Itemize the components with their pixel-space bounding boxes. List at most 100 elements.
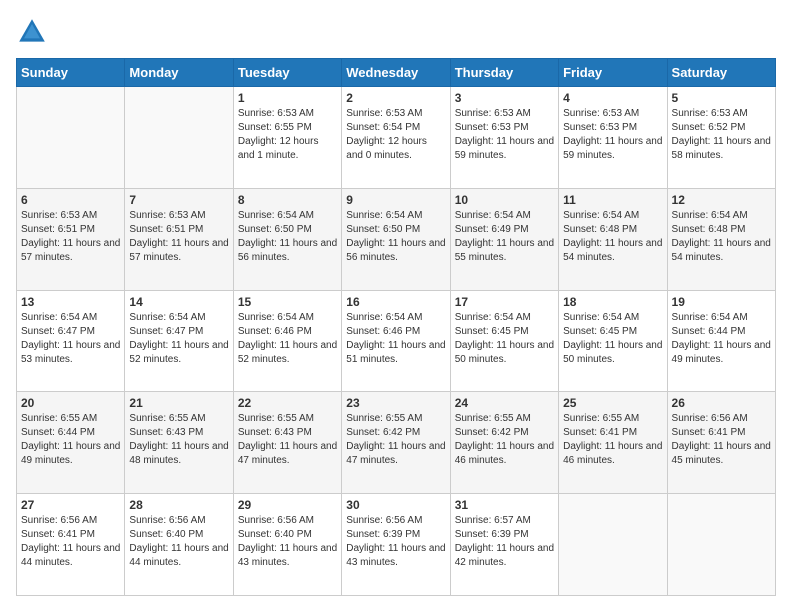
logo-icon bbox=[16, 16, 48, 48]
day-info: Sunrise: 6:55 AMSunset: 6:44 PMDaylight:… bbox=[21, 412, 120, 468]
day-number: 25 bbox=[563, 396, 662, 410]
calendar-cell bbox=[559, 494, 667, 596]
weekday-header-saturday: Saturday bbox=[667, 59, 775, 87]
week-row-2: 6 Sunrise: 6:53 AMSunset: 6:51 PMDaylight… bbox=[17, 188, 776, 290]
calendar-cell: 27 Sunrise: 6:56 AMSunset: 6:41 PMDayligh… bbox=[17, 494, 125, 596]
calendar-cell: 8 Sunrise: 6:54 AMSunset: 6:50 PMDaylight… bbox=[233, 188, 341, 290]
weekday-row: SundayMondayTuesdayWednesdayThursdayFrid… bbox=[17, 59, 776, 87]
day-info: Sunrise: 6:56 AMSunset: 6:41 PMDaylight:… bbox=[21, 514, 120, 570]
day-number: 22 bbox=[238, 396, 337, 410]
calendar-cell: 3 Sunrise: 6:53 AMSunset: 6:53 PMDaylight… bbox=[450, 87, 558, 189]
calendar-cell: 6 Sunrise: 6:53 AMSunset: 6:51 PMDaylight… bbox=[17, 188, 125, 290]
weekday-header-sunday: Sunday bbox=[17, 59, 125, 87]
day-info: Sunrise: 6:56 AMSunset: 6:39 PMDaylight:… bbox=[346, 514, 445, 570]
week-row-5: 27 Sunrise: 6:56 AMSunset: 6:41 PMDayligh… bbox=[17, 494, 776, 596]
calendar-cell bbox=[125, 87, 233, 189]
day-info: Sunrise: 6:55 AMSunset: 6:42 PMDaylight:… bbox=[455, 412, 554, 468]
day-number: 13 bbox=[21, 295, 120, 309]
calendar-cell: 30 Sunrise: 6:56 AMSunset: 6:39 PMDayligh… bbox=[342, 494, 450, 596]
day-info: Sunrise: 6:55 AMSunset: 6:41 PMDaylight:… bbox=[563, 412, 662, 468]
calendar-cell: 19 Sunrise: 6:54 AMSunset: 6:44 PMDayligh… bbox=[667, 290, 775, 392]
day-number: 12 bbox=[672, 193, 771, 207]
day-number: 30 bbox=[346, 498, 445, 512]
calendar-cell: 7 Sunrise: 6:53 AMSunset: 6:51 PMDaylight… bbox=[125, 188, 233, 290]
day-info: Sunrise: 6:54 AMSunset: 6:49 PMDaylight:… bbox=[455, 209, 554, 265]
calendar-cell: 15 Sunrise: 6:54 AMSunset: 6:46 PMDayligh… bbox=[233, 290, 341, 392]
week-row-4: 20 Sunrise: 6:55 AMSunset: 6:44 PMDayligh… bbox=[17, 392, 776, 494]
day-number: 28 bbox=[129, 498, 228, 512]
day-number: 6 bbox=[21, 193, 120, 207]
calendar-cell: 5 Sunrise: 6:53 AMSunset: 6:52 PMDaylight… bbox=[667, 87, 775, 189]
day-number: 20 bbox=[21, 396, 120, 410]
day-info: Sunrise: 6:55 AMSunset: 6:42 PMDaylight:… bbox=[346, 412, 445, 468]
day-info: Sunrise: 6:55 AMSunset: 6:43 PMDaylight:… bbox=[238, 412, 337, 468]
logo bbox=[16, 16, 52, 48]
calendar-cell: 13Sunrise: 6:54 AMSunset: 6:47 PMDayligh… bbox=[17, 290, 125, 392]
calendar-cell: 23 Sunrise: 6:55 AMSunset: 6:42 PMDayligh… bbox=[342, 392, 450, 494]
day-number: 29 bbox=[238, 498, 337, 512]
day-info: Sunrise: 6:54 AMSunset: 6:45 PMDaylight:… bbox=[563, 311, 662, 367]
day-number: 4 bbox=[563, 91, 662, 105]
day-info: Sunrise: 6:54 AMSunset: 6:44 PMDaylight:… bbox=[672, 311, 771, 367]
calendar-cell: 12 Sunrise: 6:54 AMSunset: 6:48 PMDayligh… bbox=[667, 188, 775, 290]
day-info: Sunrise: 6:53 AMSunset: 6:55 PMDaylight:… bbox=[238, 107, 337, 163]
day-info: Sunrise: 6:53 AMSunset: 6:54 PMDaylight:… bbox=[346, 107, 445, 163]
calendar-cell: 17 Sunrise: 6:54 AMSunset: 6:45 PMDayligh… bbox=[450, 290, 558, 392]
calendar: SundayMondayTuesdayWednesdayThursdayFrid… bbox=[16, 58, 776, 596]
day-info: Sunrise: 6:54 AMSunset: 6:50 PMDaylight:… bbox=[346, 209, 445, 265]
day-number: 9 bbox=[346, 193, 445, 207]
calendar-cell: 24Sunrise: 6:55 AMSunset: 6:42 PMDayligh… bbox=[450, 392, 558, 494]
day-number: 11 bbox=[563, 193, 662, 207]
calendar-cell: 9 Sunrise: 6:54 AMSunset: 6:50 PMDaylight… bbox=[342, 188, 450, 290]
day-info: Sunrise: 6:54 AMSunset: 6:48 PMDaylight:… bbox=[563, 209, 662, 265]
calendar-body: 1 Sunrise: 6:53 AMSunset: 6:55 PMDaylight… bbox=[17, 87, 776, 596]
day-number: 1 bbox=[238, 91, 337, 105]
day-number: 5 bbox=[672, 91, 771, 105]
day-info: Sunrise: 6:53 AMSunset: 6:51 PMDaylight:… bbox=[21, 209, 120, 265]
day-number: 8 bbox=[238, 193, 337, 207]
calendar-cell: 18 Sunrise: 6:54 AMSunset: 6:45 PMDayligh… bbox=[559, 290, 667, 392]
day-number: 17 bbox=[455, 295, 554, 309]
day-info: Sunrise: 6:56 AMSunset: 6:40 PMDaylight:… bbox=[238, 514, 337, 570]
day-number: 7 bbox=[129, 193, 228, 207]
day-info: Sunrise: 6:54 AMSunset: 6:46 PMDaylight:… bbox=[238, 311, 337, 367]
calendar-cell: 4Sunrise: 6:53 AMSunset: 6:53 PMDaylight… bbox=[559, 87, 667, 189]
day-number: 18 bbox=[563, 295, 662, 309]
calendar-cell: 22 Sunrise: 6:55 AMSunset: 6:43 PMDayligh… bbox=[233, 392, 341, 494]
calendar-cell: 20 Sunrise: 6:55 AMSunset: 6:44 PMDayligh… bbox=[17, 392, 125, 494]
day-number: 16 bbox=[346, 295, 445, 309]
calendar-cell: 14Sunrise: 6:54 AMSunset: 6:47 PMDayligh… bbox=[125, 290, 233, 392]
day-number: 10 bbox=[455, 193, 554, 207]
calendar-cell: 28 Sunrise: 6:56 AMSunset: 6:40 PMDayligh… bbox=[125, 494, 233, 596]
day-number: 27 bbox=[21, 498, 120, 512]
day-number: 3 bbox=[455, 91, 554, 105]
calendar-cell bbox=[667, 494, 775, 596]
day-info: Sunrise: 6:54 AMSunset: 6:48 PMDaylight:… bbox=[672, 209, 771, 265]
day-number: 19 bbox=[672, 295, 771, 309]
day-info: Sunrise: 6:56 AMSunset: 6:41 PMDaylight:… bbox=[672, 412, 771, 468]
day-info: Sunrise: 6:53 AMSunset: 6:51 PMDaylight:… bbox=[129, 209, 228, 265]
calendar-cell: 25 Sunrise: 6:55 AMSunset: 6:41 PMDayligh… bbox=[559, 392, 667, 494]
day-number: 23 bbox=[346, 396, 445, 410]
calendar-cell: 10 Sunrise: 6:54 AMSunset: 6:49 PMDayligh… bbox=[450, 188, 558, 290]
day-info: Sunrise: 6:54 AMSunset: 6:45 PMDaylight:… bbox=[455, 311, 554, 367]
calendar-cell: 1 Sunrise: 6:53 AMSunset: 6:55 PMDaylight… bbox=[233, 87, 341, 189]
day-info: Sunrise: 6:57 AMSunset: 6:39 PMDaylight:… bbox=[455, 514, 554, 570]
weekday-header-monday: Monday bbox=[125, 59, 233, 87]
day-info: Sunrise: 6:54 AMSunset: 6:46 PMDaylight:… bbox=[346, 311, 445, 367]
weekday-header-tuesday: Tuesday bbox=[233, 59, 341, 87]
day-info: Sunrise: 6:55 AMSunset: 6:43 PMDaylight:… bbox=[129, 412, 228, 468]
calendar-cell: 31Sunrise: 6:57 AMSunset: 6:39 PMDayligh… bbox=[450, 494, 558, 596]
day-info: Sunrise: 6:54 AMSunset: 6:50 PMDaylight:… bbox=[238, 209, 337, 265]
day-number: 14 bbox=[129, 295, 228, 309]
calendar-cell bbox=[17, 87, 125, 189]
calendar-cell: 16 Sunrise: 6:54 AMSunset: 6:46 PMDayligh… bbox=[342, 290, 450, 392]
day-info: Sunrise: 6:53 AMSunset: 6:52 PMDaylight:… bbox=[672, 107, 771, 163]
calendar-cell: 21Sunrise: 6:55 AMSunset: 6:43 PMDayligh… bbox=[125, 392, 233, 494]
day-info: Sunrise: 6:53 AMSunset: 6:53 PMDaylight:… bbox=[455, 107, 554, 163]
day-info: Sunrise: 6:56 AMSunset: 6:40 PMDaylight:… bbox=[129, 514, 228, 570]
calendar-cell: 29 Sunrise: 6:56 AMSunset: 6:40 PMDayligh… bbox=[233, 494, 341, 596]
calendar-cell: 26Sunrise: 6:56 AMSunset: 6:41 PMDayligh… bbox=[667, 392, 775, 494]
day-number: 15 bbox=[238, 295, 337, 309]
weekday-header-thursday: Thursday bbox=[450, 59, 558, 87]
